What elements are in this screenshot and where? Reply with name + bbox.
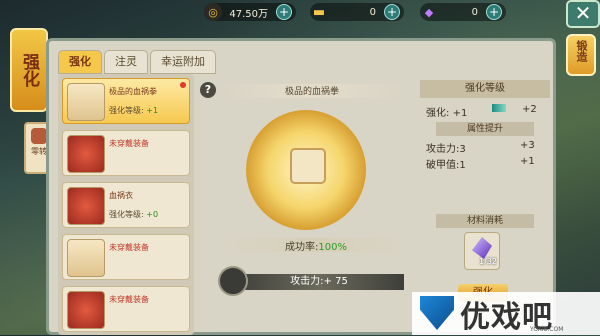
help-button[interactable]: ?: [200, 82, 216, 98]
level-row: 强化: +1: [426, 108, 468, 119]
attr-row: 破甲值:1 +1: [426, 156, 535, 171]
coin-counter: ◎ 47.50万 +: [204, 3, 296, 21]
arrow-icon: [492, 104, 506, 112]
forge-side-button[interactable]: 锻造: [566, 34, 596, 76]
item-name: 未穿戴装备: [109, 295, 149, 304]
rebirth-icon: [31, 128, 47, 144]
item-name: 血祸衣: [109, 191, 133, 200]
side-tab-label: 零转: [31, 147, 47, 156]
attack-icon: [218, 266, 248, 296]
item-name: 未穿戴装备: [109, 243, 149, 252]
close-button[interactable]: ✕: [566, 0, 600, 28]
tab-spirit[interactable]: 注灵: [104, 50, 148, 74]
belt-icon: [67, 291, 105, 329]
add-ingot-button[interactable]: +: [384, 4, 400, 20]
level-header: 强化等级: [420, 80, 550, 98]
item-level: 强化等级: +1: [109, 106, 159, 115]
feather-counter: ◆ 0 +: [420, 3, 506, 21]
material-count: 1/32: [479, 257, 497, 266]
page-title: 强化: [19, 53, 39, 87]
equipment-list: 极品的血祸拳 强化等级: +1 未穿戴装备 血祸衣 强化等级: +0 未穿戴装备…: [58, 74, 194, 335]
list-item[interactable]: 未穿戴装备: [62, 286, 190, 332]
selected-item-title: 极品的血祸拳: [222, 84, 402, 98]
add-feather-button[interactable]: +: [486, 4, 502, 20]
material-header: 材料消耗: [436, 214, 534, 228]
feather-value: 0: [471, 6, 478, 18]
attr-row: 攻击力:3 +3: [426, 140, 535, 155]
item-level: 强化等级: +0: [109, 210, 159, 219]
level-next: +2: [522, 104, 537, 115]
list-item[interactable]: 未穿戴装备: [62, 234, 190, 280]
gauntlet-icon: [290, 148, 326, 184]
forge-side-label: 锻造: [575, 40, 588, 62]
gauntlet-icon: [67, 83, 105, 121]
watermark-logo-icon: [420, 296, 454, 330]
ingot-counter: ▬ 0 +: [310, 3, 404, 21]
necklace-icon: [67, 239, 105, 277]
close-icon: ✕: [574, 1, 592, 25]
tab-luck[interactable]: 幸运附加: [150, 50, 216, 74]
watermark-url: YOXI8.COM: [530, 326, 564, 333]
success-rate: 成功率:100%: [226, 238, 406, 253]
list-item[interactable]: 血祸衣 强化等级: +0: [62, 182, 190, 228]
notify-dot: [180, 82, 186, 88]
ingot-icon: ▬: [312, 4, 326, 20]
tab-bar: 强化 注灵 幸运附加: [58, 50, 216, 74]
helmet-icon: [67, 135, 105, 173]
list-item[interactable]: 未穿戴装备: [62, 130, 190, 176]
material-slot[interactable]: 1/32: [464, 232, 500, 270]
item-name: 未穿戴装备: [109, 139, 149, 148]
attack-bonus: 攻击力:+ 75: [234, 274, 404, 290]
item-name: 极品的血祸拳: [109, 87, 157, 96]
coin-icon: ◎: [204, 3, 222, 21]
list-item[interactable]: 极品的血祸拳 强化等级: +1: [62, 78, 190, 124]
page-title-badge: 强化: [10, 28, 48, 112]
enhance-disc: [246, 110, 366, 230]
watermark: 优戏吧 YOXI8.COM: [412, 292, 600, 335]
add-coin-button[interactable]: +: [276, 4, 292, 20]
attr-header: 属性提升: [436, 122, 534, 136]
coin-value: 47.50万: [229, 8, 268, 20]
feather-icon: ◆: [424, 5, 434, 19]
ingot-value: 0: [369, 6, 376, 18]
tab-enhance[interactable]: 强化: [58, 50, 102, 74]
crystal-icon: [472, 237, 492, 259]
armor-icon: [67, 187, 105, 225]
